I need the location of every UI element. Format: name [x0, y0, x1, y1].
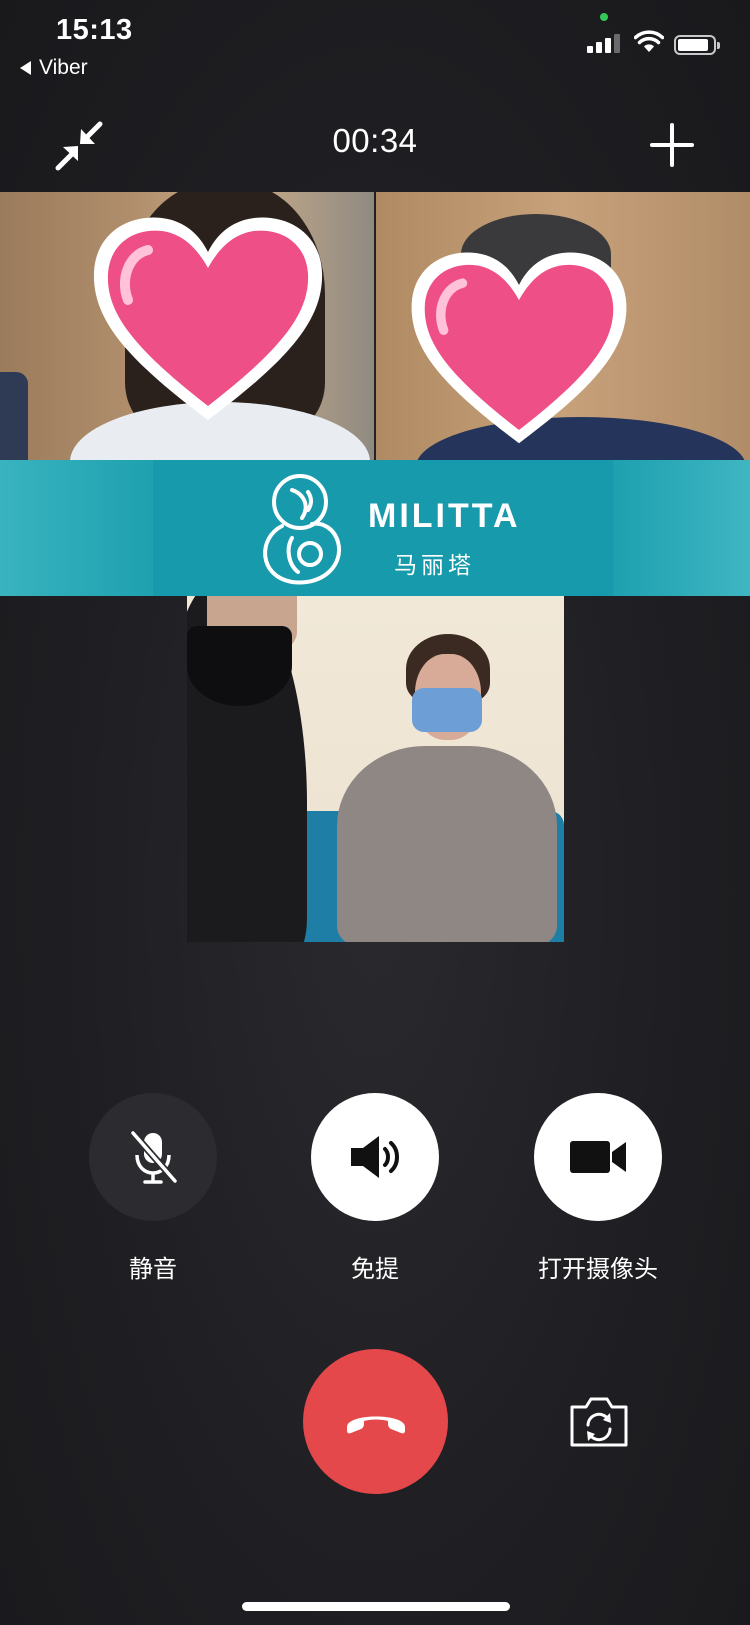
battery-icon [674, 35, 720, 55]
brand-name: MILITTA [368, 497, 521, 535]
participant-video-3[interactable] [187, 596, 564, 942]
cellular-signal-icon [587, 34, 620, 53]
heart-emoji-icon [411, 252, 627, 444]
video-camera-icon [570, 1141, 626, 1173]
add-participant-button[interactable] [648, 121, 696, 169]
back-to-app-link[interactable]: Viber [20, 56, 88, 80]
heart-emoji-icon [93, 217, 323, 420]
participant-video-2[interactable] [376, 192, 750, 460]
brand-subtitle: 马丽塔 [394, 552, 475, 578]
call-timer: 00:34 [332, 122, 418, 159]
hang-up-icon [346, 1416, 405, 1433]
blue-face-mask [412, 688, 482, 732]
speaker-icon [351, 1136, 399, 1178]
back-arrow-icon [20, 61, 31, 75]
viber-call-screen: 15:13 Viber 00:34 MILITTA 马丽塔 静音 免提 打开摄像… [0, 0, 750, 1625]
end-call-button[interactable] [303, 1349, 448, 1494]
flip-camera-icon[interactable] [568, 1395, 630, 1449]
militta-logo-icon [263, 474, 342, 585]
speaker-button[interactable] [311, 1093, 439, 1221]
side-figure [0, 372, 28, 460]
seated-person-body [337, 746, 557, 942]
microphone-muted-icon [130, 1130, 178, 1184]
camera-toggle-button[interactable] [534, 1093, 662, 1221]
camera-label: 打开摄像头 [538, 1256, 658, 1283]
mute-label: 静音 [129, 1256, 177, 1283]
camera-in-use-indicator [600, 13, 608, 21]
speaker-label: 免提 [351, 1256, 399, 1283]
face-mask [187, 626, 292, 706]
back-app-label: Viber [39, 56, 88, 79]
home-indicator[interactable] [242, 1602, 510, 1611]
mute-button[interactable] [89, 1093, 217, 1221]
status-time: 15:13 [56, 14, 133, 46]
wifi-icon [634, 30, 664, 52]
participant-video-1[interactable] [0, 192, 374, 460]
